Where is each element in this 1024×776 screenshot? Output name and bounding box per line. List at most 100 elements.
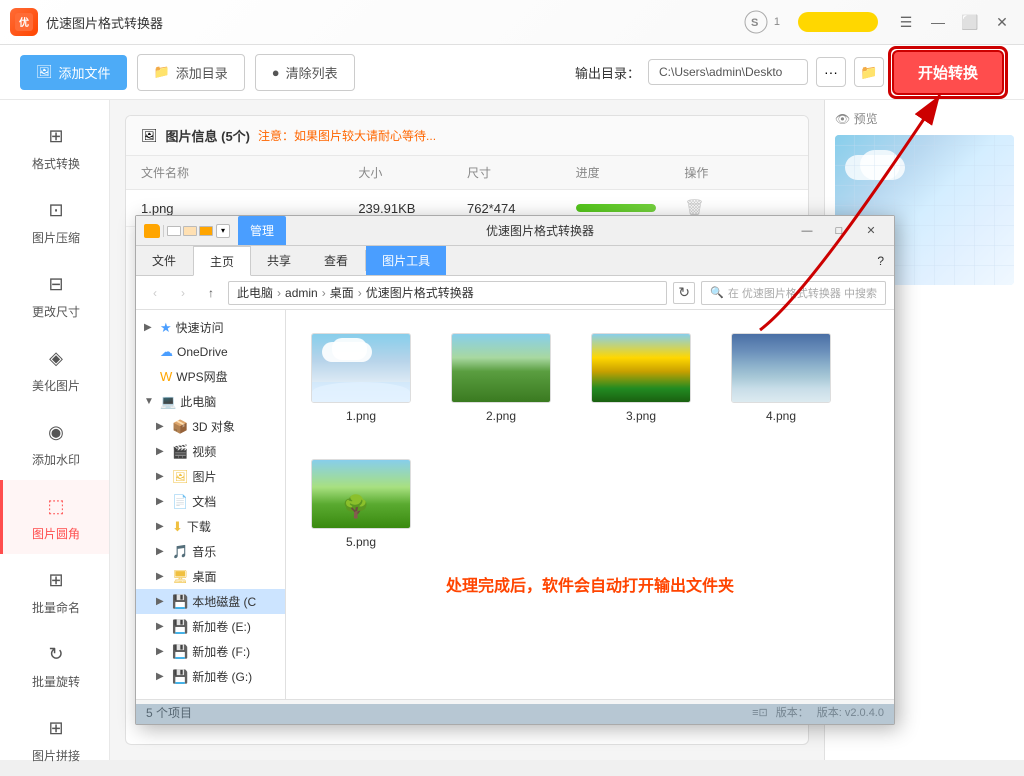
- sidebar-item-resize[interactable]: ⊟ 更改尺寸: [0, 258, 109, 332]
- collage-label: 图片拼接: [32, 747, 80, 764]
- explorer-close-button[interactable]: ✕: [856, 221, 886, 241]
- explorer-maximize-button[interactable]: □: [824, 221, 854, 241]
- tree-item-onedrive[interactable]: ☁ OneDrive: [136, 340, 285, 364]
- clear-button[interactable]: ● 清除列表: [255, 54, 355, 91]
- rounded-icon: ⬚: [42, 492, 70, 520]
- list-item[interactable]: 1.png: [301, 325, 421, 431]
- list-item[interactable]: 4.png: [721, 325, 841, 431]
- window-minimize-button[interactable]: —: [926, 10, 950, 34]
- nav-forward-button[interactable]: ›: [172, 282, 194, 304]
- menu-tab-home[interactable]: 主页: [193, 246, 251, 276]
- tree-item-music[interactable]: ▶ 🎵 音乐: [136, 539, 285, 564]
- thumb-image-4: [732, 334, 830, 402]
- col-dims: 尺寸: [467, 164, 576, 181]
- search-box[interactable]: 🔍 在 优速图片格式转换器 中搜索: [701, 281, 886, 305]
- window-maximize-button[interactable]: ⬜: [958, 10, 982, 34]
- menu-tab-view[interactable]: 查看: [308, 246, 365, 275]
- ribbon-manage-tab[interactable]: 管理: [238, 216, 286, 245]
- sidebar-item-rotate[interactable]: ↻ 批量旋转: [0, 628, 109, 702]
- menu-tab-share[interactable]: 共享: [251, 246, 308, 275]
- tree-item-pictures[interactable]: ▶ 🖼 图片: [136, 464, 285, 489]
- breadcrumb-admin: admin: [285, 286, 318, 300]
- quick-access-icon[interactable]: ▾: [216, 224, 230, 238]
- title-icon-3[interactable]: [199, 226, 213, 236]
- tree-item-drive-e[interactable]: ▶ 💾 新加卷 (E:): [136, 614, 285, 639]
- breadcrumb-desktop: 桌面: [330, 284, 354, 301]
- start-convert-button[interactable]: 开始转换: [892, 50, 1004, 95]
- title-icon-1[interactable]: [167, 226, 181, 236]
- sidebar-item-compress[interactable]: ⊡ 图片压缩: [0, 184, 109, 258]
- output-dir-section: 输出目录： C:\Users\admin\Deskto ··· 📁 开始转换: [575, 50, 1004, 95]
- nav-back-button[interactable]: ‹: [144, 282, 166, 304]
- explorer-title-bar: ▾ 管理 优速图片格式转换器 — □ ✕: [136, 216, 894, 246]
- tree-item-drive-f[interactable]: ▶ 💾 新加卷 (F:): [136, 639, 285, 664]
- folder-title-icon: [144, 224, 160, 238]
- add-file-button[interactable]: 🖼 添加文件: [20, 55, 127, 90]
- tree-item-docs[interactable]: ▶ 📄 文档: [136, 489, 285, 514]
- list-item[interactable]: 3.png: [581, 325, 701, 431]
- drive-e-icon: 💾: [172, 619, 188, 635]
- add-dir-button[interactable]: 📁 添加目录: [137, 54, 245, 91]
- tree-item-wps[interactable]: W WPS网盘: [136, 364, 285, 389]
- list-item[interactable]: 🌳 5.png: [301, 451, 421, 557]
- onedrive-label: OneDrive: [177, 345, 228, 359]
- explorer-window-controls: — □ ✕: [792, 221, 886, 241]
- local-disk-icon: 💾: [172, 594, 188, 610]
- rounded-label: 图片圆角: [32, 525, 80, 542]
- tree-item-3d[interactable]: ▶ 📦 3D 对象: [136, 414, 285, 439]
- tree-item-desktop[interactable]: ▶ 🖥 桌面: [136, 564, 285, 589]
- file-label-3: 3.png: [626, 409, 656, 423]
- file-thumbnail-2: [451, 333, 551, 403]
- compress-icon: ⊡: [42, 196, 70, 224]
- tree-item-video[interactable]: ▶ 🎬 视频: [136, 439, 285, 464]
- window-close-button[interactable]: ✕: [990, 10, 1014, 34]
- sidebar-item-beautify[interactable]: ◈ 美化图片: [0, 332, 109, 406]
- sidebar-item-format[interactable]: ⊞ 格式转换: [0, 110, 109, 184]
- list-item[interactable]: 2.png: [441, 325, 561, 431]
- file-list-title: 图片信息 (5个): [166, 126, 251, 145]
- main-app: 优 优速图片格式转换器 S 1 ☰ — ⬜ ✕ 🖼 添加文件: [0, 0, 1024, 760]
- video-icon: 🎬: [172, 444, 188, 460]
- tree-item-this-pc[interactable]: ▼ 💻 此电脑: [136, 389, 285, 414]
- preview-label: 👁 预览: [835, 110, 1014, 127]
- divider: [163, 225, 164, 237]
- sidebar-item-watermark[interactable]: ◉ 添加水印: [0, 406, 109, 480]
- sidebar-item-rounded[interactable]: ⬚ 图片圆角: [0, 480, 109, 554]
- file-dims: 762*474: [467, 201, 576, 216]
- menu-help-button[interactable]: ?: [867, 246, 894, 275]
- file-thumbnail-5: 🌳: [311, 459, 411, 529]
- nav-up-button[interactable]: ↑: [200, 282, 222, 304]
- rename-icon: ⊞: [42, 566, 70, 594]
- browse-button[interactable]: ···: [816, 57, 846, 87]
- title-icon-2[interactable]: [183, 226, 197, 236]
- file-label-5: 5.png: [346, 535, 376, 549]
- drive-e-label: 新加卷 (E:): [192, 618, 251, 635]
- expand-icon-4: ▼: [144, 396, 156, 407]
- minimize-button[interactable]: ☰: [894, 10, 918, 34]
- folder-open-button[interactable]: 📁: [854, 57, 884, 87]
- address-breadcrumb[interactable]: 此电脑 › admin › 桌面 › 优速图片格式转换器: [228, 281, 667, 305]
- breadcrumb-arrow-2: ›: [322, 286, 326, 300]
- refresh-button[interactable]: ↻: [673, 282, 695, 304]
- sidebar-item-rename[interactable]: ⊞ 批量命名: [0, 554, 109, 628]
- menu-tab-image-tools[interactable]: 图片工具: [366, 246, 446, 275]
- desktop-label: 桌面: [193, 568, 217, 585]
- 3d-icon: 📦: [172, 419, 188, 435]
- tree-item-local-disk[interactable]: ▶ 💾 本地磁盘 (C: [136, 589, 285, 614]
- preview-icon: 👁: [835, 112, 850, 126]
- menu-tab-file[interactable]: 文件: [136, 246, 193, 275]
- breadcrumb-arrow-3: ›: [358, 286, 362, 300]
- tree-item-quick-access[interactable]: ▶ ★ 快速访问: [136, 315, 285, 340]
- clear-label: 清除列表: [286, 63, 338, 82]
- explorer-minimize-button[interactable]: —: [792, 221, 822, 241]
- resize-label: 更改尺寸: [32, 303, 80, 320]
- col-size: 大小: [358, 164, 467, 181]
- version-badge: 1: [774, 16, 780, 28]
- local-disk-label: 本地磁盘 (C: [192, 593, 256, 610]
- tree-item-downloads[interactable]: ▶ ⬇ 下载: [136, 514, 285, 539]
- svg-text:优: 优: [19, 16, 29, 29]
- sidebar-item-collage[interactable]: ⊞ 图片拼接: [0, 702, 109, 776]
- search-placeholder: 在 优速图片格式转换器 中搜索: [728, 285, 877, 301]
- tree-item-drive-g[interactable]: ▶ 💾 新加卷 (G:): [136, 664, 285, 689]
- file-thumbnail-3: [591, 333, 691, 403]
